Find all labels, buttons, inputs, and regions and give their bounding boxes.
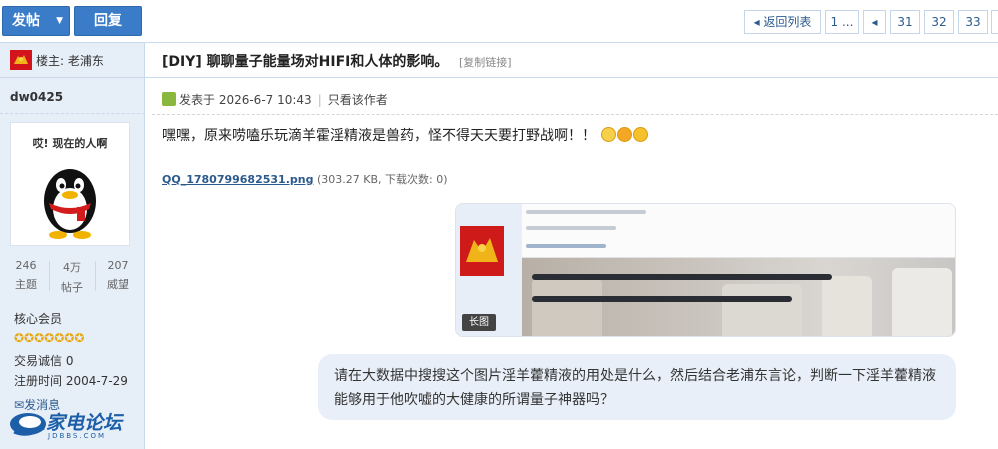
post-time: 发表于 2026-6-7 10:43 (179, 93, 312, 107)
image-sidebar: 长图 (456, 204, 522, 336)
avatar[interactable]: 哎! 现在的人啊 (10, 122, 130, 246)
author-username[interactable]: dw0425 (10, 90, 63, 104)
image-text-line (526, 210, 646, 214)
author-sidebar: dw0425 哎! 现在的人啊 246 主题 4万 帖子 207 威望 核心会员… (0, 78, 145, 449)
attachment: QQ_1780799682531.png (303.27 KB, 下载次数: 0… (162, 171, 448, 187)
avatar-caption: 哎! 现在的人啊 (32, 137, 108, 150)
page-more-button[interactable] (991, 10, 998, 34)
image-jar (822, 276, 872, 336)
page-33-button[interactable]: 33 (958, 10, 988, 34)
question-bubble: 请在大数据中搜搜这个图片淫羊藿精液的用处是什么，然后结合老浦东言论，判断一下淫羊… (318, 354, 956, 420)
post-status-icon (162, 92, 176, 106)
stat-posts[interactable]: 4万 帖子 (52, 259, 92, 295)
logo-swoosh-icon (10, 413, 46, 436)
image-text-line (526, 244, 606, 248)
image-jar (722, 284, 802, 336)
divider (152, 114, 998, 115)
page-prev-button[interactable]: ◂ (863, 10, 886, 34)
attachment-link[interactable]: QQ_1780799682531.png (162, 173, 313, 186)
image-header (522, 204, 955, 258)
image-text-line (526, 226, 616, 230)
reply-button[interactable]: 回复 (74, 6, 142, 36)
op-avatar[interactable] (10, 50, 32, 70)
stat-threads[interactable]: 246 主题 (6, 259, 46, 292)
new-post-button[interactable]: 发帖 ▼ (2, 6, 70, 36)
emoji-icon (617, 127, 633, 142)
register-time: 注册时间 2004-7-29 (14, 374, 128, 388)
op-label[interactable]: 楼主: 老浦东 (36, 52, 104, 69)
divider (95, 261, 96, 291)
penguin-icon (44, 169, 96, 239)
op-cell: 楼主: 老浦东 (0, 43, 145, 77)
only-author-link[interactable]: 只看该作者 (328, 93, 388, 107)
divider: | (317, 93, 322, 107)
back-to-list-button[interactable]: ◂ 返回列表 (744, 10, 821, 34)
attachment-meta: (303.27 KB, 下载次数: 0) (316, 173, 448, 186)
page-first-button[interactable]: 1 ... (825, 10, 859, 34)
top-toolbar: 发帖 ▼ 回复 ◂ 返回列表 1 ... ◂ 31 32 33 (0, 0, 998, 42)
post-meta: 发表于 2026-6-7 10:43 | 只看该作者 (162, 91, 388, 108)
stat-reputation[interactable]: 207 威望 (98, 259, 138, 292)
long-image-tag: 长图 (462, 314, 496, 331)
logo-subtext: JDBBS.COM (48, 432, 107, 440)
emoji-icon (601, 127, 617, 142)
site-logo: 家电论坛 JDBBS.COM (8, 408, 133, 440)
image-jar (892, 268, 952, 336)
chevron-down-icon: ▼ (56, 16, 63, 26)
divider (0, 113, 145, 114)
divider (49, 261, 50, 291)
trade-credit: 交易诚信 0 (14, 354, 74, 368)
image-stick (532, 296, 792, 302)
author-stats: 246 主题 4万 帖子 207 威望 (6, 259, 138, 295)
image-photo (522, 258, 955, 336)
thread-header: 楼主: 老浦东 [DIY] 聊聊量子能量场对HIFI和人体的影响。 [复制链接] (0, 42, 998, 78)
author-rank: 核心会员 (14, 312, 63, 326)
page-31-button[interactable]: 31 (890, 10, 920, 34)
page-32-button[interactable]: 32 (924, 10, 954, 34)
rank-stars: ✪✪✪✪✪✪✪ (14, 331, 85, 345)
copy-link-button[interactable]: [复制链接] (459, 54, 512, 70)
image-stick (532, 274, 832, 280)
post-body: 嘿嘿，原来唠嗑乐玩滴羊霍淫精液是兽药，怪不得天天要打野战啊！！ (162, 125, 649, 145)
post-body-text: 嘿嘿，原来唠嗑乐玩滴羊霍淫精液是兽药，怪不得天天要打野战啊！！ (162, 128, 596, 144)
image-jar (532, 278, 602, 336)
logo-text: 家电论坛 (46, 412, 123, 434)
new-post-label: 发帖 (12, 13, 40, 29)
image-avatar (460, 226, 504, 276)
thread-title: [DIY] 聊聊量子能量场对HIFI和人体的影响。 (162, 54, 449, 70)
emoji-icon (633, 127, 649, 142)
post-image[interactable]: 长图 (455, 203, 956, 337)
